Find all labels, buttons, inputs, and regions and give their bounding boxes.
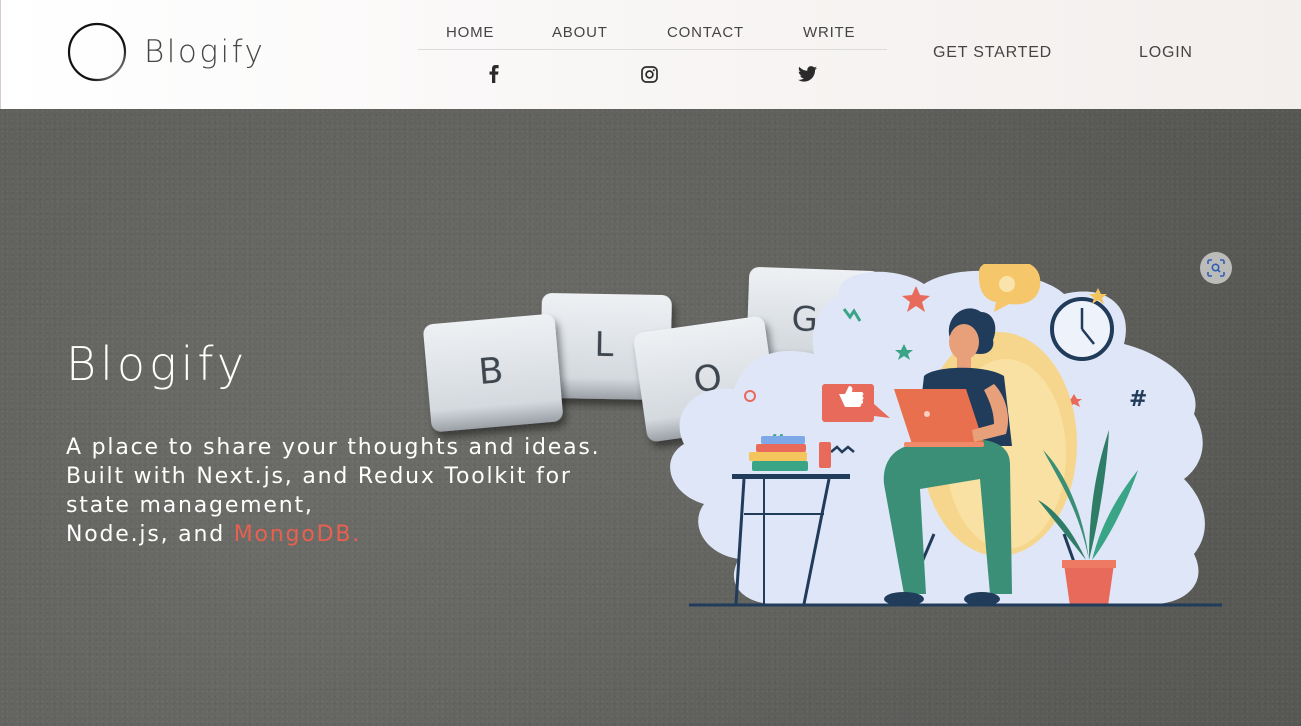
twitter-icon xyxy=(797,66,817,82)
visual-search-button[interactable] xyxy=(1200,252,1232,284)
main-nav: HOME ABOUT CONTACT WRITE xyxy=(418,14,887,83)
instagram-link[interactable] xyxy=(639,62,659,86)
brand-name: Blogify xyxy=(144,34,266,70)
facebook-link[interactable] xyxy=(484,62,504,86)
social-links xyxy=(418,62,887,90)
hero-desc-line-3: state management, xyxy=(66,493,314,518)
tile-b: B xyxy=(423,314,563,432)
hero-desc-line-4-prefix: Node.js, and xyxy=(66,522,234,547)
hero-desc-line-1: A place to share your thoughts and ideas… xyxy=(66,435,601,460)
twitter-link[interactable] xyxy=(797,62,817,86)
facebook-icon xyxy=(489,65,499,83)
login-link[interactable]: LOGIN xyxy=(1139,44,1193,62)
visual-search-icon xyxy=(1207,259,1225,277)
tile-l-letter: L xyxy=(594,325,614,365)
nav-contact[interactable]: CONTACT xyxy=(667,24,744,41)
hero-title: Blogify xyxy=(66,337,249,391)
nav-links: HOME ABOUT CONTACT WRITE xyxy=(418,14,887,50)
circle-logo-icon xyxy=(67,22,127,82)
hero-desc-line-4: Node.js, and MongoDB. xyxy=(66,520,666,549)
blogger-illustration: # # xyxy=(670,264,1222,607)
hero-desc-line-2: Built with Next.js, and Redux Toolkit fo… xyxy=(66,464,572,489)
hero-description: A place to share your thoughts and ideas… xyxy=(66,433,666,549)
hero-section: G L B O # # xyxy=(0,109,1301,726)
site-header: Blogify HOME ABOUT CONTACT WRITE GET STA… xyxy=(0,0,1301,109)
nav-write[interactable]: WRITE xyxy=(803,24,855,41)
instagram-icon xyxy=(640,65,658,83)
brand-logo[interactable]: Blogify xyxy=(67,22,265,82)
tile-b-letter: B xyxy=(477,350,505,393)
nav-home[interactable]: HOME xyxy=(446,24,494,41)
svg-text:#: # xyxy=(1129,387,1147,412)
get-started-link[interactable]: GET STARTED xyxy=(933,44,1052,62)
nav-about[interactable]: ABOUT xyxy=(552,24,608,41)
mongodb-highlight: MongoDB. xyxy=(233,522,362,547)
